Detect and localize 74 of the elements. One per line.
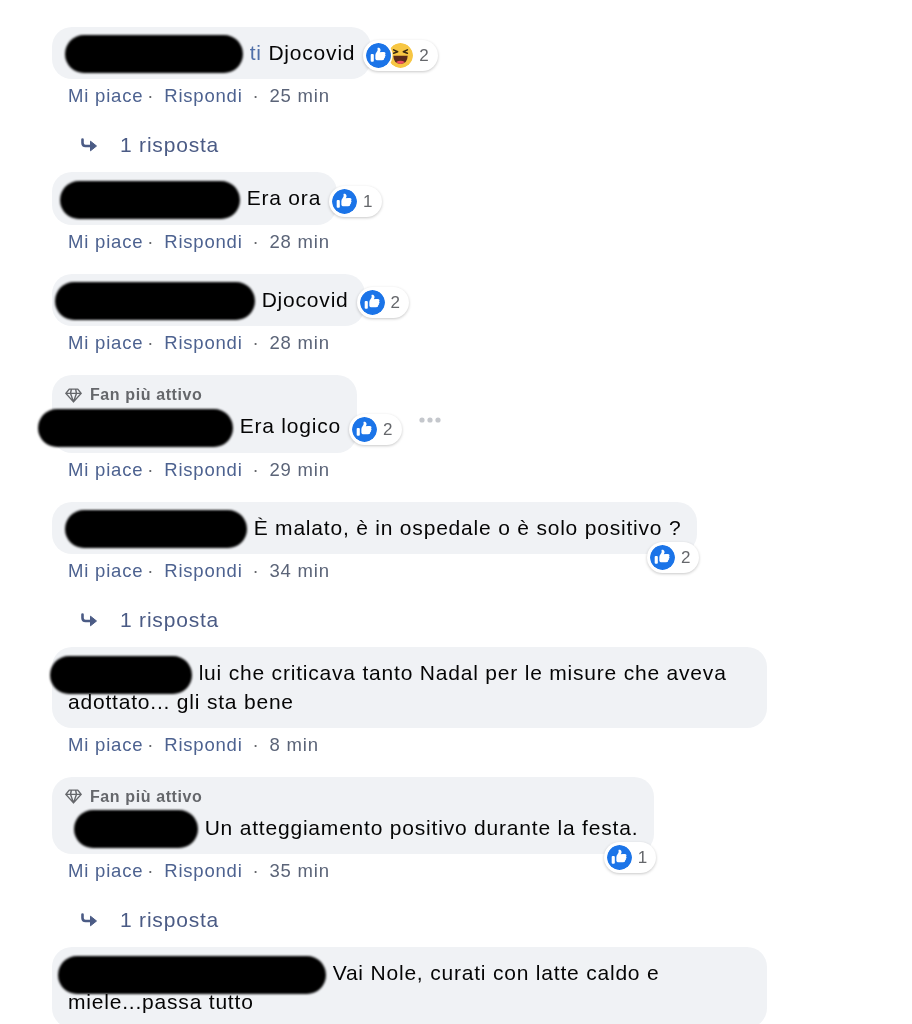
reaction-summary[interactable]: 2 [647, 542, 700, 574]
separator: · [252, 85, 260, 107]
reaction-count: 2 [419, 45, 429, 68]
reply-arrow-icon [80, 613, 98, 628]
reply-arrow-icon [80, 913, 98, 928]
reaction-summary[interactable]: 1 [329, 185, 382, 217]
reply-link[interactable]: Rispondi [164, 85, 243, 107]
reply-link[interactable]: Rispondi [164, 458, 243, 480]
separator: · [147, 458, 155, 480]
fan-label: Fan più attivo [90, 786, 203, 807]
like-link[interactable]: Mi piace [68, 560, 144, 582]
reaction-count: 1 [363, 190, 373, 213]
separator: · [147, 733, 155, 755]
reaction-count: 1 [637, 847, 648, 870]
comment-text: Un atteggiamento positivo durante la festa. [204, 815, 639, 839]
comment-text: Era ora [246, 186, 322, 210]
separator: · [147, 85, 155, 107]
timestamp[interactable]: 25 min [269, 85, 330, 107]
thumbs-up-icon [366, 43, 392, 69]
separator: · [252, 230, 260, 252]
separator: · [252, 733, 260, 755]
reaction-summary[interactable]: 2 [349, 413, 402, 445]
separator: · [147, 332, 155, 354]
timestamp[interactable]: 8 min [269, 733, 319, 755]
like-link[interactable]: Mi piace [68, 458, 144, 480]
like-link[interactable]: Mi piace [68, 230, 144, 252]
reply-link[interactable]: Rispondi [164, 860, 243, 882]
timestamp[interactable]: 35 min [269, 860, 330, 882]
separator: · [252, 860, 260, 882]
like-link[interactable]: Mi piace [68, 85, 144, 107]
separator: · [252, 458, 260, 480]
thumbs-up-icon [352, 416, 378, 442]
reaction-count: 2 [383, 418, 393, 441]
timestamp[interactable]: 34 min [269, 560, 330, 582]
diamond-icon [65, 387, 82, 403]
more-options-icon[interactable] [419, 417, 442, 424]
comment-text: Era logico [239, 414, 342, 438]
like-link[interactable]: Mi piace [68, 733, 144, 755]
timestamp[interactable]: 29 min [269, 458, 330, 480]
reply-link[interactable]: Rispondi [164, 230, 243, 252]
separator: · [147, 860, 155, 882]
reaction-count: 2 [681, 547, 691, 570]
reply-arrow-icon [80, 138, 98, 153]
reply-link[interactable]: Rispondi [164, 332, 243, 354]
fan-label: Fan più attivo [90, 385, 203, 406]
like-link[interactable]: Mi piace [68, 860, 144, 882]
thumbs-up-icon [332, 188, 358, 214]
separator: · [252, 332, 260, 354]
thumbs-up-icon [650, 545, 675, 571]
comment-text: È malato, è in ospedale o è solo positivo ? [253, 515, 682, 539]
separator: · [147, 560, 155, 582]
comment-text: Djocovid [261, 287, 349, 311]
comment-text: Vai Nole, curati con latte caldo e miele...passa tutto [68, 961, 660, 1013]
timestamp[interactable]: 28 min [269, 230, 330, 252]
thumbs-up-icon [606, 845, 632, 871]
author-name[interactable]: ti [249, 41, 262, 64]
comment-text: Djocovid [268, 41, 356, 64]
reaction-count: 2 [390, 292, 401, 315]
timestamp[interactable]: 28 min [269, 332, 330, 354]
reaction-summary[interactable]: 2 [356, 287, 410, 319]
view-replies-link[interactable]: 1 risposta [80, 908, 220, 933]
separator: · [252, 560, 260, 582]
reaction-summary[interactable]: 2 [363, 40, 438, 72]
view-replies-link[interactable]: 1 risposta [80, 133, 220, 158]
reply-link[interactable]: Rispondi [164, 733, 243, 755]
diamond-icon [65, 789, 82, 805]
comment-text: lui che criticava tanto Nadal per le misure che aveva adottato... gli sta bene [68, 661, 727, 713]
separator: · [147, 230, 155, 252]
like-link[interactable]: Mi piace [68, 332, 144, 354]
view-replies-link[interactable]: 1 risposta [80, 608, 220, 633]
thumbs-up-icon [359, 290, 385, 316]
laughing-face-icon [388, 43, 414, 69]
reply-link[interactable]: Rispondi [164, 560, 243, 582]
reaction-summary[interactable]: 1 [603, 842, 657, 874]
